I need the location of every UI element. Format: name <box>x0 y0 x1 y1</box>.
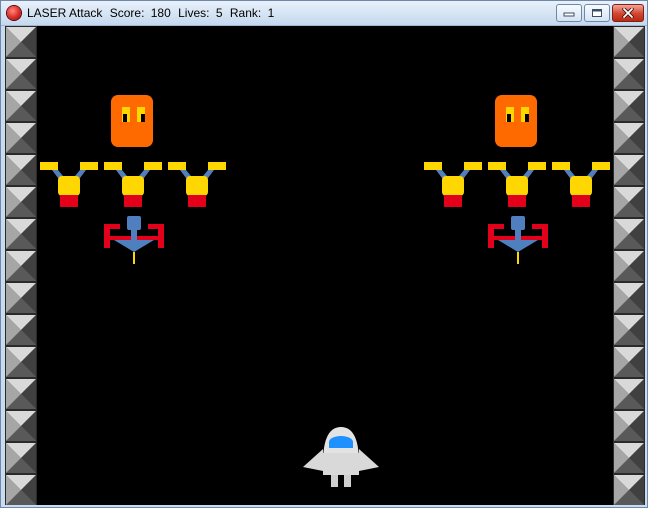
title-bar[interactable]: LASER Attack Score: 180 Lives: 5 Rank: 1 <box>1 1 647 26</box>
left-stud-wall <box>5 26 37 505</box>
close-button[interactable] <box>612 4 644 22</box>
fighter-alien <box>40 162 98 207</box>
fighter-alien <box>424 162 482 207</box>
minimize-button[interactable] <box>556 4 582 22</box>
fighter-alien <box>488 162 546 207</box>
window-title: LASER Attack Score: 180 Lives: 5 Rank: 1 <box>27 5 278 21</box>
play-area[interactable] <box>5 26 645 505</box>
red-orb-icon <box>7 6 21 20</box>
player-spaceship[interactable] <box>301 423 381 489</box>
game-window: LASER Attack Score: 180 Lives: 5 Rank: 1 <box>0 0 648 508</box>
maximize-button[interactable] <box>584 4 610 22</box>
app-name: LASER Attack <box>27 6 103 20</box>
maximize-icon <box>592 9 602 17</box>
orange-alien-boss <box>495 95 537 147</box>
bomber-alien <box>488 216 548 264</box>
close-icon <box>622 8 634 18</box>
lives-label: Lives: <box>178 6 210 20</box>
score-value: 180 <box>150 6 171 20</box>
rank-value: 1 <box>267 6 275 20</box>
fighter-alien <box>168 162 226 207</box>
lives-value: 5 <box>215 6 223 20</box>
bomber-alien <box>104 216 164 264</box>
rank-label: Rank: <box>229 6 262 20</box>
right-stud-wall <box>613 26 645 505</box>
fighter-alien <box>552 162 610 207</box>
minimize-icon <box>563 12 575 17</box>
orange-alien-boss <box>111 95 153 147</box>
fighter-alien <box>104 162 162 207</box>
score-label: Score: <box>109 6 145 20</box>
